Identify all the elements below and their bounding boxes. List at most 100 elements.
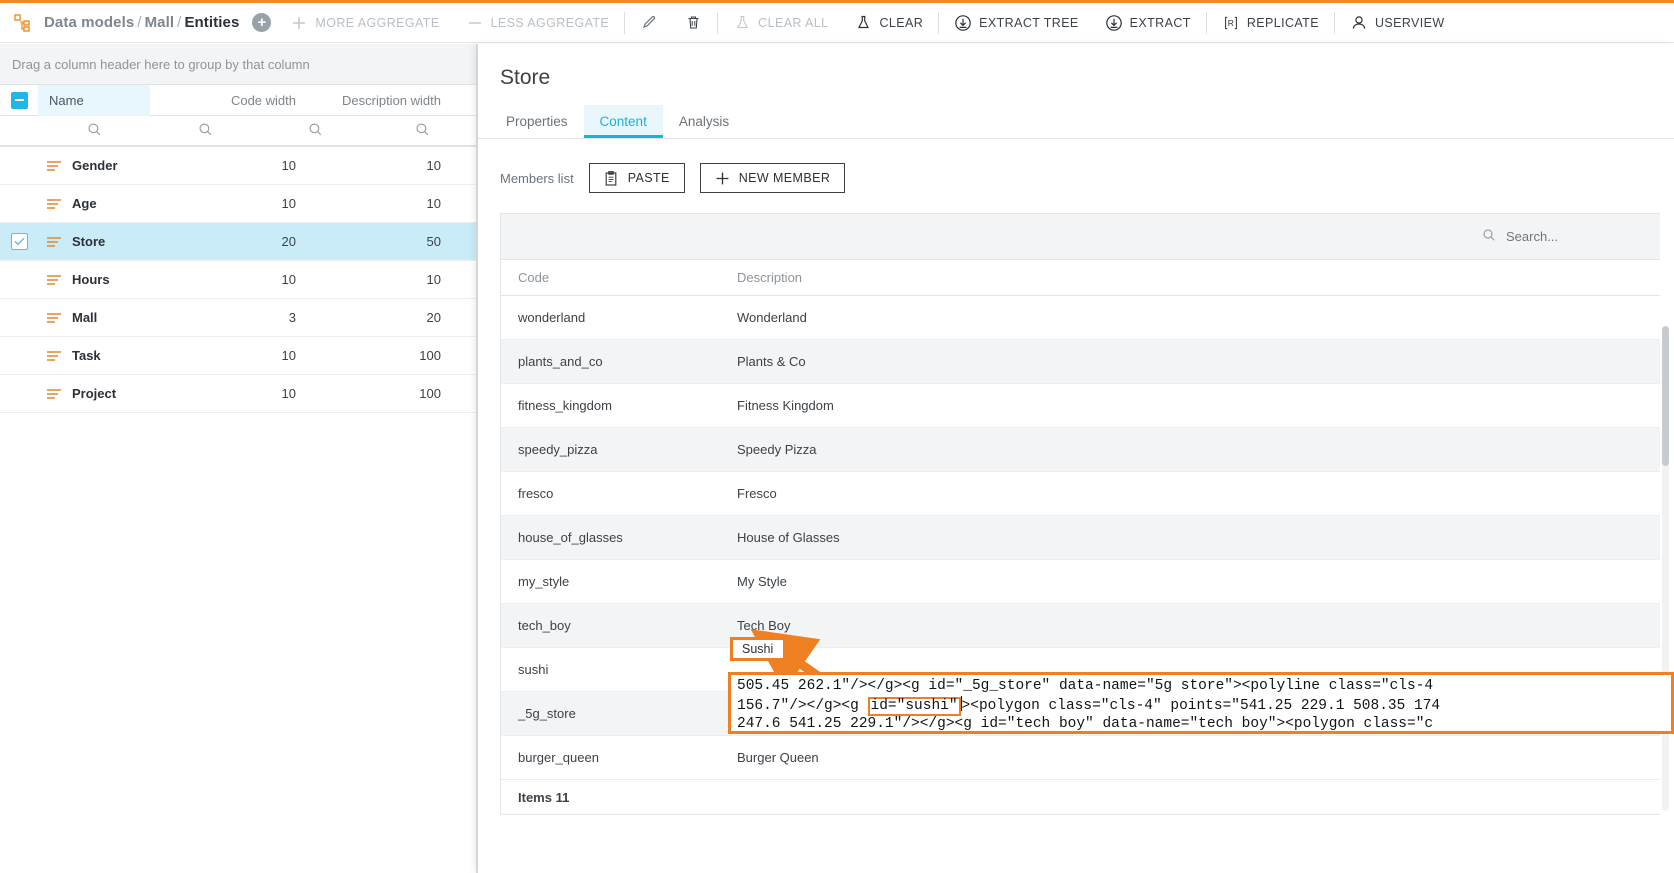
table-row[interactable]: burger_queen Burger Queen [501, 736, 1660, 780]
tab-content[interactable]: Content [583, 105, 663, 138]
tab-analysis[interactable]: Analysis [663, 105, 745, 138]
row-description-width: 100 [419, 386, 441, 401]
search-box[interactable] [1482, 228, 1632, 245]
row-description-width: 10 [426, 272, 441, 287]
app-toolbar: Data models / Mall / Entities + MORE AGGREGA… [0, 3, 1674, 43]
cell-code: wonderland [518, 310, 586, 325]
row-name-label: Gender [72, 158, 118, 173]
row-code-width: 10 [281, 348, 296, 363]
cell-code: speedy_pizza [518, 442, 598, 457]
new-member-button[interactable]: NEW MEMBER [699, 163, 846, 193]
row-checkbox-cell[interactable] [0, 233, 38, 250]
indeterminate-checkbox[interactable] [10, 91, 28, 109]
table-row[interactable]: Task 10 100 [0, 337, 476, 375]
row-name-cell: Project [38, 386, 150, 401]
more-aggregate-label: MORE AGGREGATE [315, 15, 440, 30]
breadcrumb-root[interactable]: Data models [44, 14, 134, 31]
table-row[interactable]: Hours 10 10 [0, 261, 476, 299]
table-row[interactable]: wonderland Wonderland [501, 296, 1660, 340]
vertical-scrollbar[interactable] [1662, 326, 1669, 811]
column-header-code[interactable]: Code [501, 270, 737, 285]
row-name-label: Age [72, 196, 97, 211]
add-entity-button[interactable]: + [252, 13, 272, 32]
clear-all-label: CLEAR ALL [758, 15, 829, 30]
plus-icon [715, 171, 730, 186]
code-line-1: 505.45 262.1"/></g><g id="_5g_store" dat… [737, 678, 1434, 694]
code-line-2: 156.7"/></g><g id="sushi" ><polygon class… [737, 696, 1671, 716]
select-all-cell[interactable] [0, 91, 38, 109]
clear-all-button[interactable]: CLEAR ALL [720, 3, 841, 43]
cell-description: Fitness Kingdom [737, 398, 834, 413]
code-line-3: 247.6 541.25 229.1"/></g><g id="tech boy… [737, 716, 1434, 732]
cell-code: tech_boy [518, 618, 571, 633]
row-name-cell: Hours [38, 272, 150, 287]
search-input[interactable] [1504, 228, 1624, 245]
table-row[interactable]: speedy_pizza Speedy Pizza [501, 428, 1660, 472]
clear-button[interactable]: CLEAR [841, 3, 936, 43]
cell-code: burger_queen [518, 750, 599, 765]
row-description-width: 50 [426, 234, 441, 249]
extract-button[interactable]: EXTRACT [1092, 3, 1204, 43]
row-name-cell: Gender [38, 158, 150, 173]
table-row[interactable]: Project 10 100 [0, 375, 476, 413]
download-circle-icon [954, 14, 972, 32]
delete-button[interactable] [671, 3, 715, 43]
breadcrumb-leaf[interactable]: Entities [184, 14, 239, 31]
toolbar-divider-3 [938, 11, 940, 34]
cell-description: Speedy Pizza [737, 442, 817, 457]
less-aggregate-button[interactable]: LESS AGGREGATE [453, 3, 623, 43]
row-code-width: 10 [281, 196, 296, 211]
list-lines-icon [46, 350, 62, 362]
filter-search-icon-code-width[interactable] [308, 122, 323, 140]
replicate-label: REPLICATE [1246, 15, 1319, 30]
table-row[interactable]: Age 10 10 [0, 185, 476, 223]
table-row[interactable]: Gender 10 10 [0, 147, 476, 185]
filter-search-icon-description-width[interactable] [415, 122, 430, 140]
table-row[interactable]: plants_and_co Plants & Co [501, 340, 1660, 384]
paste-label: PASTE [627, 171, 670, 185]
scrollbar-thumb[interactable] [1662, 326, 1669, 466]
table-row[interactable]: Mall 3 20 [0, 299, 476, 337]
tab-properties[interactable]: Properties [490, 105, 584, 138]
group-by-hint: Drag a column header here to group by th… [12, 56, 310, 72]
column-header-description-width[interactable]: Description width [310, 93, 455, 108]
table-row[interactable]: tech_boy Tech Boy [501, 604, 1660, 648]
extract-tree-button[interactable]: EXTRACT TREE [941, 3, 1092, 43]
column-header-description[interactable]: Description [737, 270, 802, 285]
highlight-box-sushi-id: id="sushi" [867, 697, 961, 716]
toolbar-divider-2 [717, 11, 719, 34]
filter-search-icon-name[interactable] [87, 122, 102, 140]
table-row[interactable]: fresco Fresco [501, 472, 1660, 516]
members-toolbar: Members list PASTE NEW MEMBER [478, 139, 1674, 193]
table-row[interactable]: fitness_kingdom Fitness Kingdom [501, 384, 1660, 428]
group-by-drop-area[interactable]: Drag a column header here to group by th… [0, 44, 476, 85]
checked-checkbox[interactable] [10, 233, 28, 250]
filter-search-icon-col2[interactable] [198, 122, 213, 140]
highlight-value: Sushi [742, 642, 774, 656]
userview-button[interactable]: USERVIEW [1337, 3, 1458, 43]
user-icon [1350, 14, 1368, 32]
column-header-name[interactable]: Name [38, 84, 150, 116]
search-icon [1482, 228, 1496, 245]
toolbar-divider-5 [1333, 11, 1335, 34]
breadcrumb-sep-2: / [177, 14, 182, 31]
table-row[interactable]: my_style My Style [501, 560, 1660, 604]
column-header-code-width[interactable]: Code width [150, 93, 310, 108]
table-row-selected[interactable]: Store 20 50 [0, 223, 476, 261]
cell-code: fresco [518, 486, 554, 501]
trash-icon [684, 14, 702, 32]
list-lines-icon [46, 160, 62, 172]
table-row[interactable]: house_of_glasses House of Glasses [501, 516, 1660, 560]
replicate-button[interactable]: R REPLICATE [1209, 3, 1332, 43]
edit-button[interactable] [627, 3, 671, 43]
grid-header-row: Name Code width Description width [0, 84, 476, 116]
new-member-label: NEW MEMBER [738, 171, 831, 185]
paste-button[interactable]: PASTE [588, 163, 685, 193]
cell-description: Burger Queen [737, 750, 819, 765]
minus-icon [466, 14, 484, 32]
more-aggregate-button[interactable]: MORE AGGREGATE [277, 3, 452, 43]
highlight-box-sushi: Sushi [730, 637, 786, 661]
breadcrumb-mid[interactable]: Mall [145, 14, 175, 31]
cell-code: plants_and_co [518, 354, 603, 369]
extract-tree-label: EXTRACT TREE [979, 15, 1079, 30]
